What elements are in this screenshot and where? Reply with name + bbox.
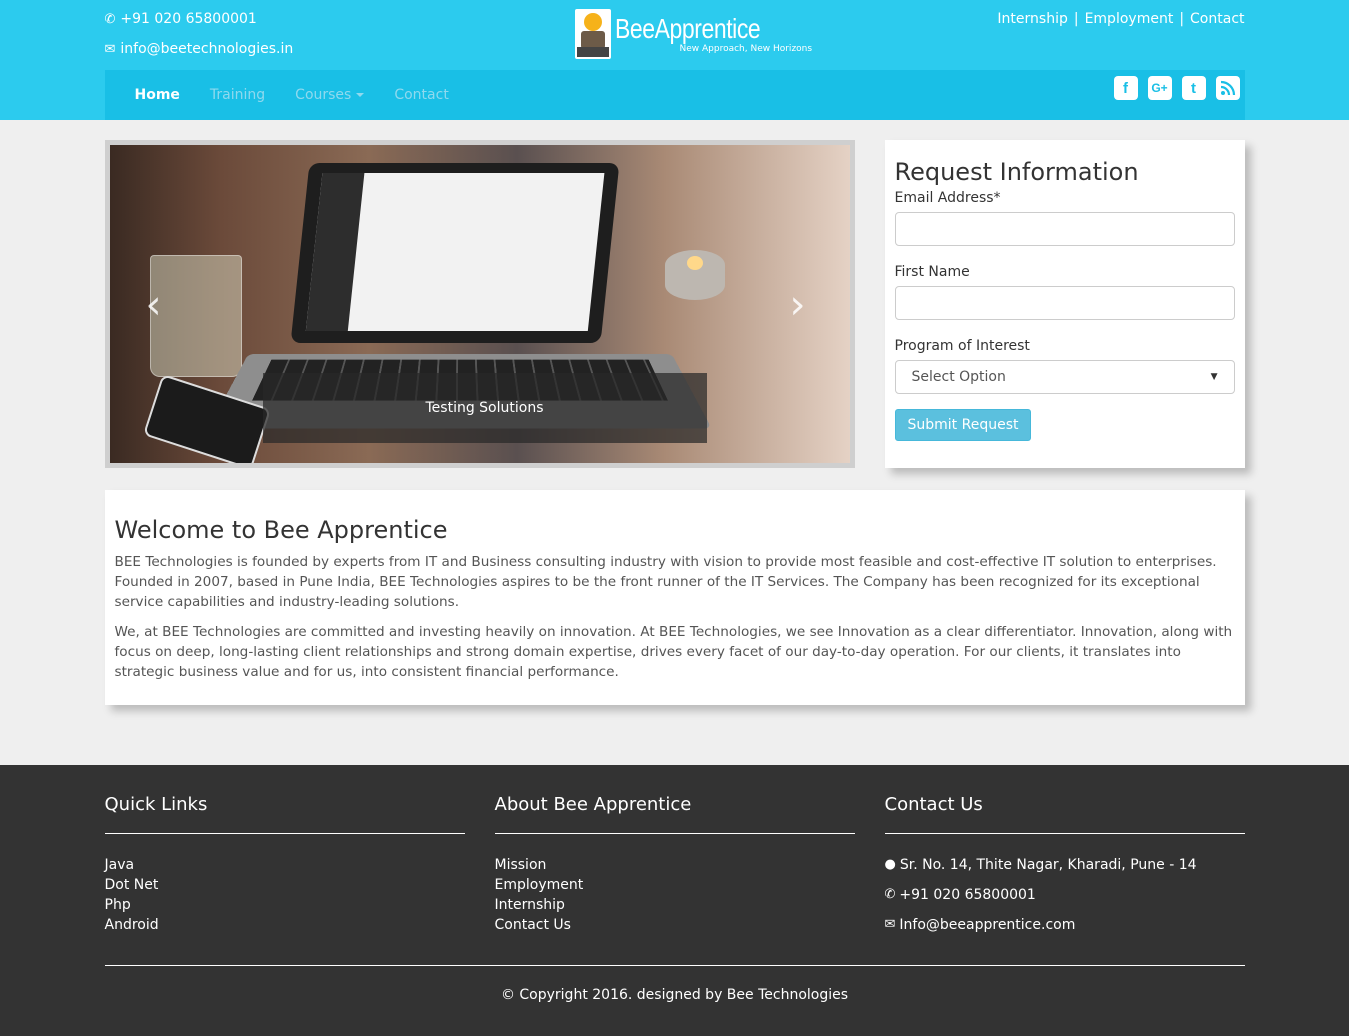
phone-icon: ✆ (104, 11, 116, 27)
nav-item-courses[interactable]: Courses (295, 87, 365, 103)
welcome-paragraph-2: We, at BEE Technologies are committed an… (114, 624, 1233, 680)
program-select[interactable]: Select Option ▼ (894, 360, 1235, 394)
carousel-slide-image: ‹ › Testing Solutions (109, 145, 850, 463)
select-arrow-icon: ▼ (1210, 372, 1218, 382)
globe-icon: ● (884, 857, 896, 872)
form-title: Request Information (894, 158, 1139, 186)
footer-divider (104, 965, 1245, 966)
footer-link-java[interactable]: Java (105, 857, 135, 873)
footer-contact: Contact Us ● Sr. No. 14, Thite Nagar, Kh… (884, 793, 1245, 945)
top-link-employment[interactable]: Employment (1085, 11, 1174, 27)
program-label: Program of Interest (894, 338, 1030, 354)
nav-item-courses-label: Courses (295, 87, 352, 103)
carousel-next-button[interactable]: › (790, 285, 806, 325)
nav-item-contact[interactable]: Contact (394, 87, 448, 103)
footer-link-employment[interactable]: Employment (495, 877, 584, 893)
logo-tagline: New Approach, New Horizons (679, 43, 813, 54)
image-carousel: ‹ › Testing Solutions (104, 140, 855, 468)
site-footer: Quick Links Java Dot Net Php Android Abo… (0, 765, 1349, 1036)
phone-icon: ✆ (884, 887, 896, 902)
site-header: ✆ +91 020 65800001 ✉ info@beetechnologie… (0, 0, 1349, 120)
submit-request-button[interactable]: Submit Request (894, 409, 1032, 441)
program-select-value: Select Option (911, 369, 1006, 385)
footer-email-text[interactable]: Info@beeapprentice.com (899, 915, 1075, 935)
top-link-separator: | (1073, 11, 1079, 27)
footer-address: ● Sr. No. 14, Thite Nagar, Kharadi, Pune… (885, 855, 1245, 875)
footer-link-dotnet[interactable]: Dot Net (105, 877, 159, 893)
facebook-icon[interactable]: f (1113, 76, 1138, 100)
footer-about: About Bee Apprentice Mission Employment … (494, 793, 855, 945)
bee-logo-icon (574, 9, 611, 59)
envelope-icon: ✉ (884, 917, 896, 932)
twitter-icon[interactable]: t (1181, 76, 1206, 100)
carousel-caption: Testing Solutions (262, 373, 707, 443)
carousel-prev-button[interactable]: ‹ (146, 285, 162, 325)
footer-link-contact-us[interactable]: Contact Us (495, 917, 571, 933)
candle-image (664, 250, 725, 300)
nav-item-training[interactable]: Training (210, 87, 265, 103)
top-bar: ✆ +91 020 65800001 ✉ info@beetechnologie… (105, 0, 1245, 70)
nav-item-home[interactable]: Home (135, 87, 180, 103)
footer-about-title: About Bee Apprentice (494, 793, 855, 834)
main-nav: Home Training Courses Contact f G+ t (104, 70, 1245, 120)
rss-icon[interactable] (1215, 76, 1240, 100)
first-name-label: First Name (894, 264, 970, 280)
welcome-title: Welcome to Bee Apprentice (114, 516, 448, 544)
footer-link-mission[interactable]: Mission (495, 857, 547, 873)
header-email[interactable]: ✉ info@beetechnologies.in (105, 41, 294, 57)
caret-down-icon (356, 93, 365, 97)
top-link-internship[interactable]: Internship (997, 11, 1067, 27)
laptop-screen-image (290, 163, 619, 343)
top-link-contact[interactable]: Contact (1190, 11, 1244, 27)
envelope-icon: ✉ (104, 41, 116, 57)
welcome-section: Welcome to Bee Apprentice BEE Technologi… (104, 490, 1245, 705)
footer-quick-links-title: Quick Links (104, 793, 465, 834)
welcome-paragraph-1: BEE Technologies is founded by experts f… (114, 554, 1217, 610)
google-plus-icon[interactable]: G+ (1147, 76, 1172, 100)
email-field[interactable] (894, 212, 1235, 246)
logo[interactable]: BeeApprentice New Approach, New Horizons (574, 9, 813, 59)
header-email-text[interactable]: info@beetechnologies.in (120, 41, 293, 57)
footer-link-php[interactable]: Php (105, 897, 131, 913)
footer-phone-text: +91 020 65800001 (899, 887, 1036, 903)
logo-name: BeeApprentice (614, 12, 761, 44)
header-phone-text: +91 020 65800001 (120, 11, 257, 27)
social-links: f G+ t (1113, 76, 1240, 100)
request-info-form: Request Information Email Address* First… (884, 140, 1245, 468)
footer-email[interactable]: ✉ Info@beeapprentice.com (885, 915, 1245, 935)
footer-link-internship[interactable]: Internship (495, 897, 565, 913)
top-links: Internship | Employment | Contact (997, 11, 1244, 27)
top-link-separator: | (1179, 11, 1185, 27)
email-label: Email Address* (894, 190, 1001, 206)
footer-link-android[interactable]: Android (105, 917, 159, 933)
footer-address-text: Sr. No. 14, Thite Nagar, Kharadi, Pune -… (899, 857, 1197, 873)
footer-quick-links: Quick Links Java Dot Net Php Android (104, 793, 465, 945)
footer-phone: ✆ +91 020 65800001 (885, 885, 1245, 905)
header-phone: ✆ +91 020 65800001 (105, 11, 257, 27)
glass-image (149, 255, 242, 377)
footer-contact-title: Contact Us (884, 793, 1245, 834)
first-name-field[interactable] (894, 286, 1235, 320)
copyright: © Copyright 2016. designed by Bee Techno… (500, 987, 849, 1003)
